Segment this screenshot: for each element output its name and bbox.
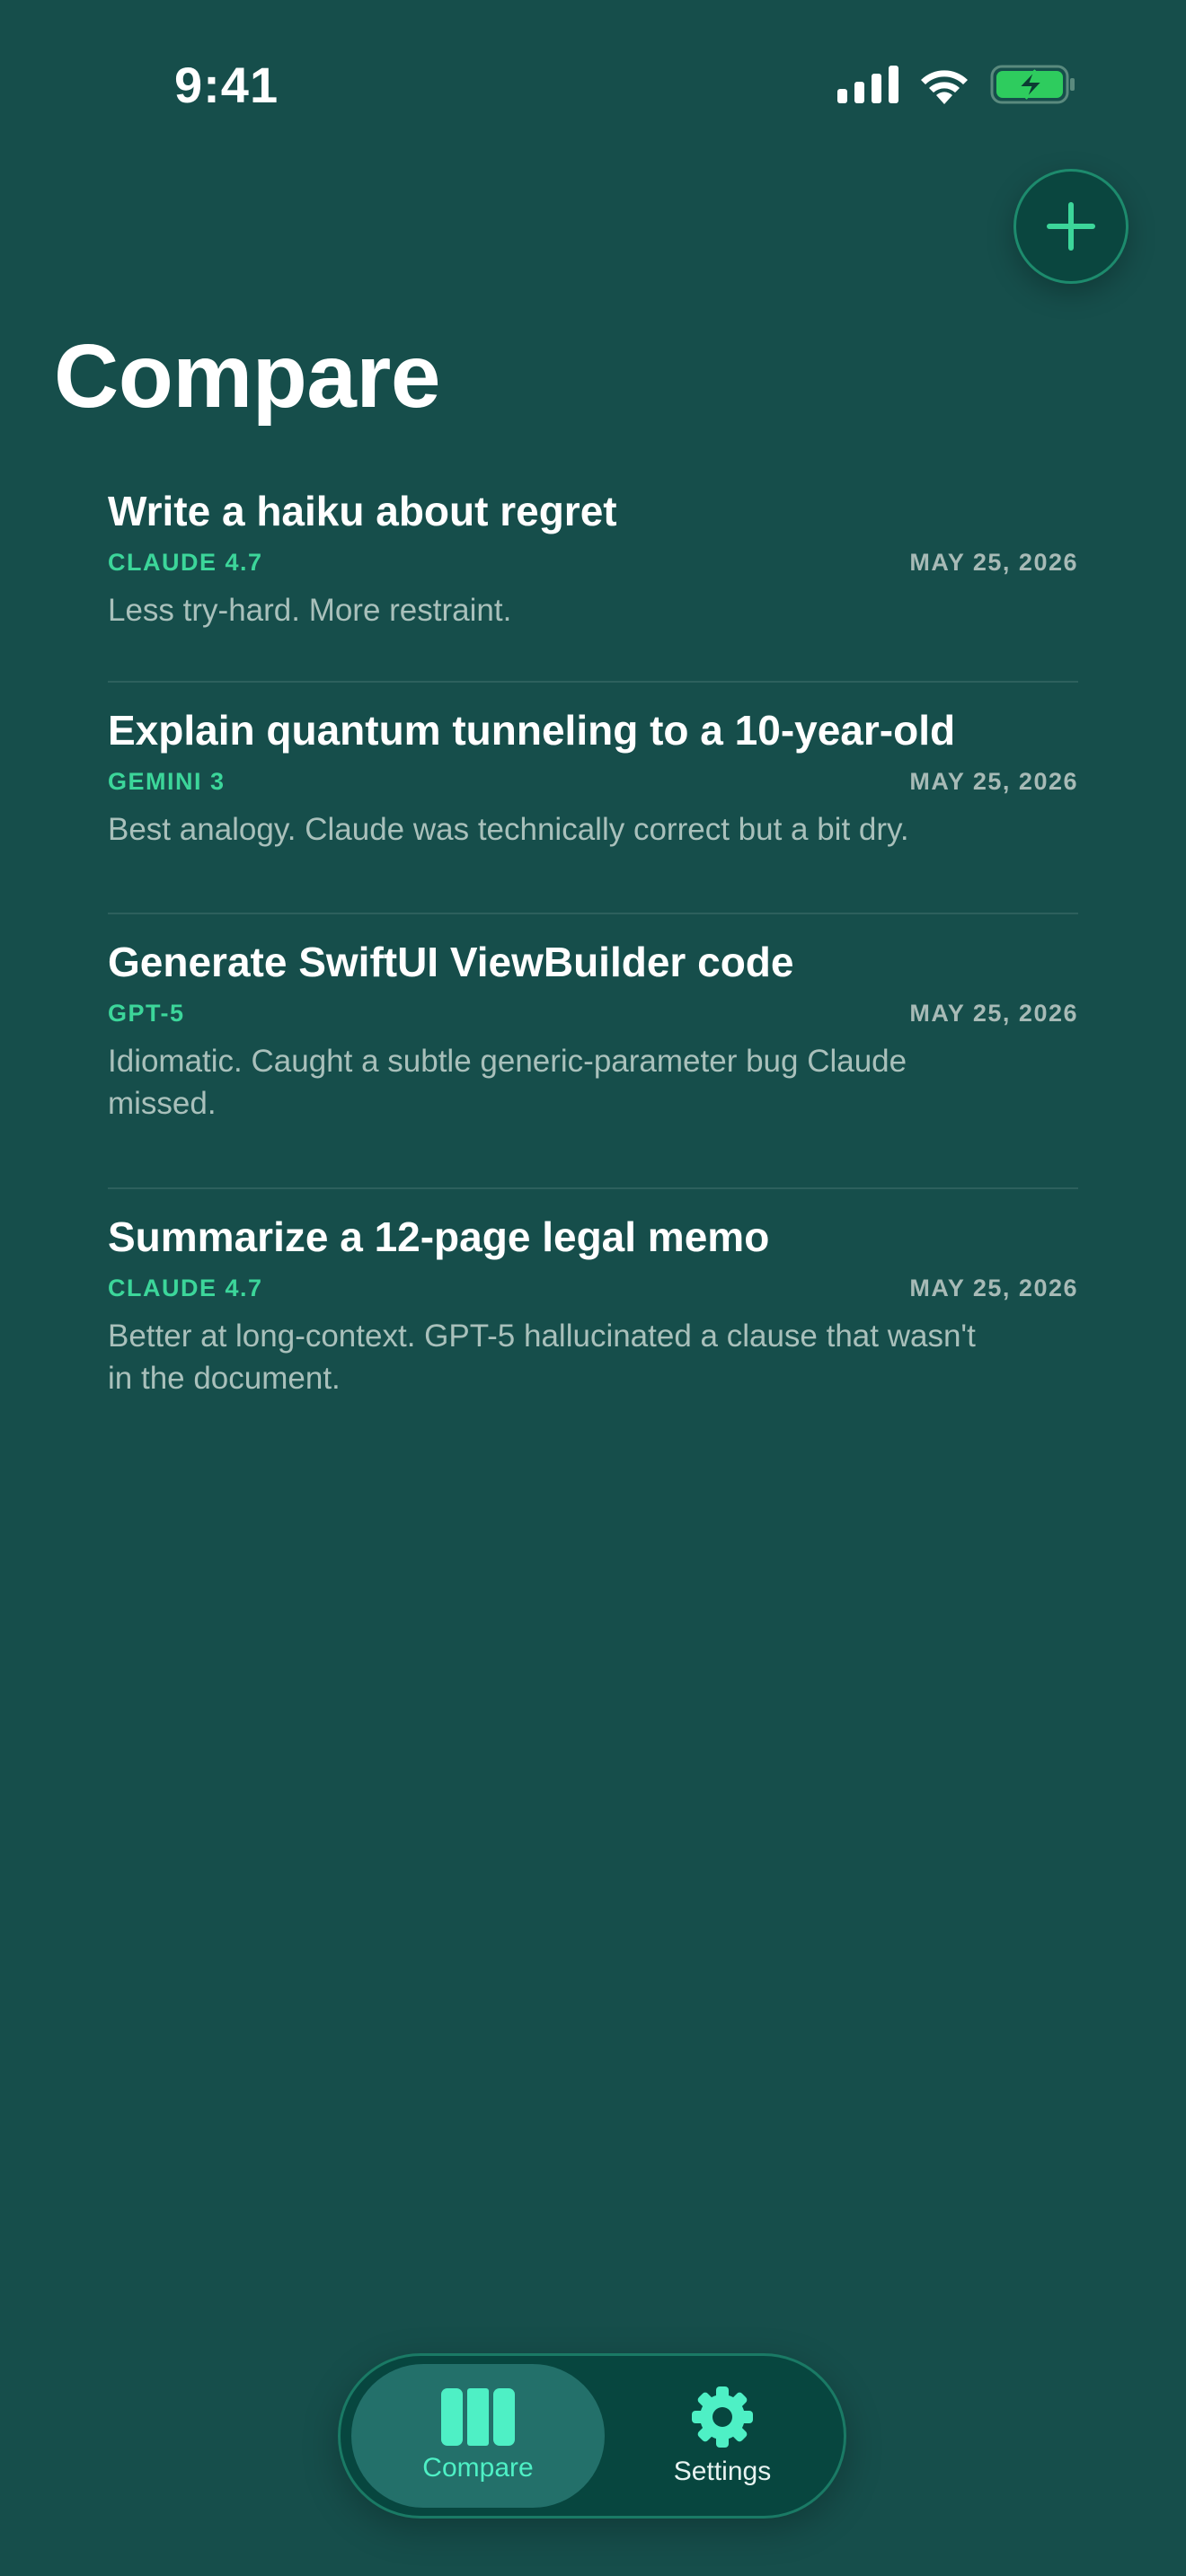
comparison-title: Write a haiku about regret [108, 488, 617, 534]
plus-icon [1047, 202, 1095, 251]
gear-icon [692, 2386, 753, 2448]
status-icons [837, 65, 1076, 104]
comparison-date: MAY 25, 2026 [909, 548, 1078, 576]
comparison-note: Better at long-context. GPT-5 hallucinat… [108, 1319, 976, 1396]
comparison-title: Generate SwiftUI ViewBuilder code [108, 939, 794, 985]
comparison-note: Idiomatic. Caught a subtle generic-param… [108, 1044, 907, 1121]
comparison-date: MAY 25, 2026 [909, 767, 1078, 795]
comparison-row[interactable]: Generate SwiftUI ViewBuilder code GPT-5 … [108, 914, 1078, 1189]
comparison-row[interactable]: Explain quantum tunneling to a 10-year-o… [108, 683, 1078, 914]
comparison-title: Explain quantum tunneling to a 10-year-o… [108, 707, 956, 754]
tab-compare-label: Compare [422, 2453, 534, 2483]
tab-settings-label: Settings [673, 2457, 772, 2486]
comparison-note: Best analogy. Claude was technically cor… [108, 812, 909, 847]
comparison-meta: GEMINI 3 MAY 25, 2026 [108, 765, 1078, 798]
comparison-title: Summarize a 12-page legal memo [108, 1213, 770, 1260]
comparison-date: MAY 25, 2026 [909, 999, 1078, 1027]
comparison-row[interactable]: Write a haiku about regret CLAUDE 4.7 MA… [108, 485, 1078, 683]
battery-charging-icon [990, 65, 1075, 104]
comparison-list: Write a haiku about regret CLAUDE 4.7 MA… [108, 485, 1078, 1441]
winner-model: CLAUDE 4.7 [108, 548, 263, 576]
cellular-signal-icon [837, 66, 898, 103]
comparison-note: Less try-hard. More restraint. [108, 593, 512, 628]
tab-compare[interactable]: Compare [351, 2364, 605, 2508]
columns-icon [441, 2388, 515, 2446]
tab-settings[interactable]: Settings [610, 2364, 835, 2508]
comparison-meta: CLAUDE 4.7 MAY 25, 2026 [108, 1272, 1078, 1304]
winner-model: CLAUDE 4.7 [108, 1274, 263, 1301]
comparison-row[interactable]: Summarize a 12-page legal memo CLAUDE 4.… [108, 1189, 1078, 1441]
comparison-date: MAY 25, 2026 [909, 1274, 1078, 1301]
page-title: Compare [54, 326, 440, 427]
add-comparison-button[interactable] [1013, 169, 1128, 284]
winner-model: GEMINI 3 [108, 767, 226, 795]
status-time: 9:41 [174, 57, 279, 113]
comparison-meta: GPT-5 MAY 25, 2026 [108, 997, 1078, 1029]
status-bar: 9:41 [0, 0, 1186, 171]
tab-bar: Compare Settings [338, 2353, 846, 2519]
winner-model: GPT-5 [108, 999, 185, 1027]
wifi-icon [921, 70, 968, 104]
comparison-meta: CLAUDE 4.7 MAY 25, 2026 [108, 546, 1078, 578]
